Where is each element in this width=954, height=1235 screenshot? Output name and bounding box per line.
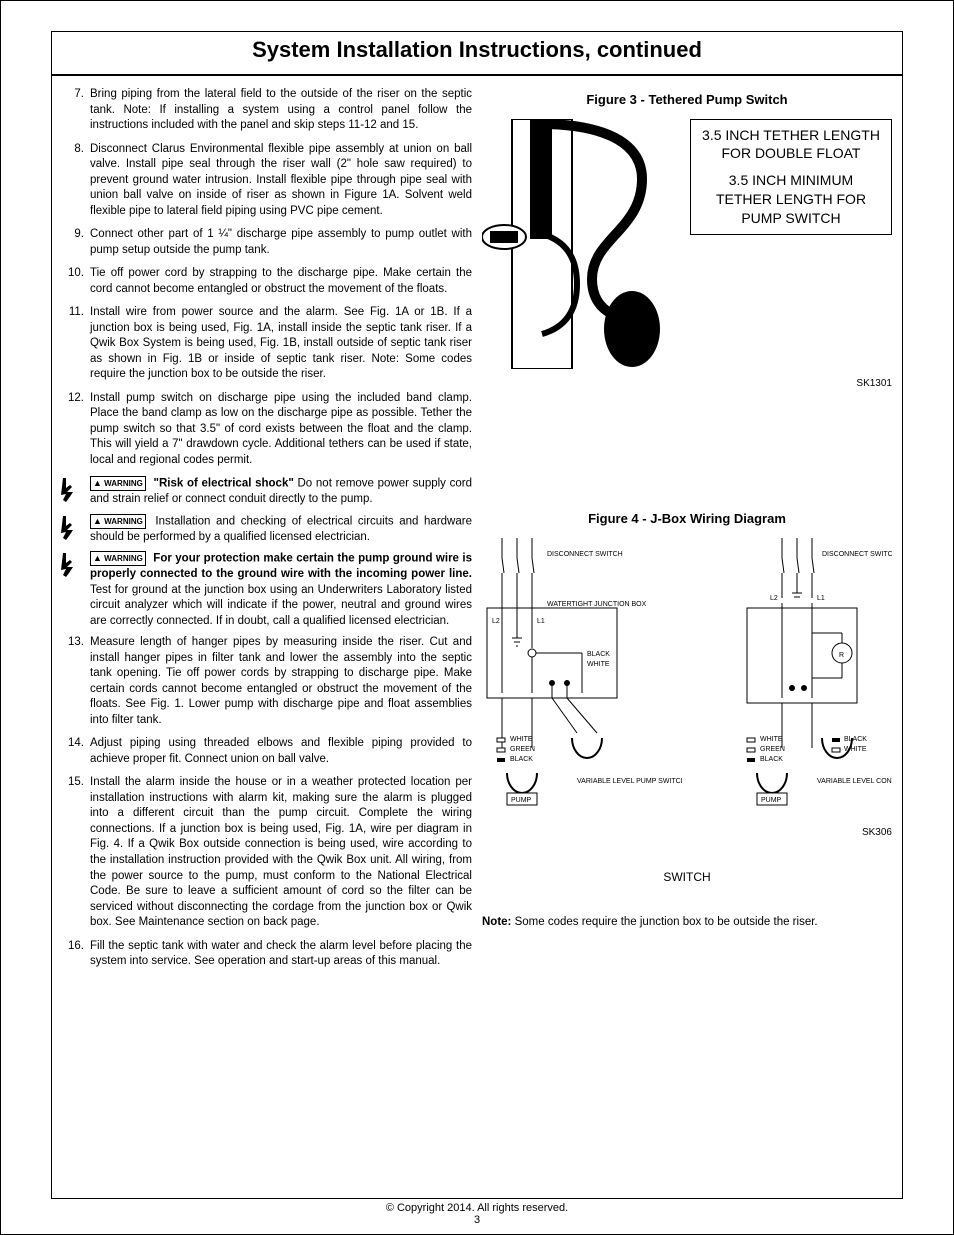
hand-shock-icon xyxy=(57,476,85,504)
warning-badge: ▲ WARNING xyxy=(90,514,146,529)
svg-text:BLACK: BLACK xyxy=(510,756,533,763)
content-frame: System Installation Instructions, contin… xyxy=(51,31,903,1199)
figure-4: DISCONNECT SWITCH WATERTIGHT JUNCTION BO… xyxy=(482,538,892,818)
step-8: 8.Disconnect Clarus Environmental flexib… xyxy=(62,142,472,220)
svg-text:WATERTIGHT JUNCTION BOX: WATERTIGHT JUNCTION BOX xyxy=(547,601,647,608)
title-rule xyxy=(52,74,902,76)
page-number: 3 xyxy=(1,1214,953,1226)
steps-list-a: 7.Bring piping from the lateral field to… xyxy=(62,87,472,468)
step-9: 9.Connect other part of 1 ¼" discharge p… xyxy=(62,227,472,258)
fig4-note: Note: Some codes require the junction bo… xyxy=(482,915,892,931)
svg-text:L1: L1 xyxy=(817,595,825,602)
switch-label: SWITCH xyxy=(482,869,892,885)
figure-4-title: Figure 4 - J-Box Wiring Diagram xyxy=(482,510,892,528)
page-title: System Installation Instructions, contin… xyxy=(52,37,902,63)
svg-text:WHITE: WHITE xyxy=(510,736,533,743)
warning-badge: ▲ WARNING xyxy=(90,476,146,491)
step-16: 16.Fill the septic tank with water and c… xyxy=(62,939,472,970)
step-15: 15.Install the alarm inside the house or… xyxy=(62,775,472,930)
svg-text:WHITE: WHITE xyxy=(760,736,783,743)
fig3-label-2: 3.5 INCH MINIMUM TETHER LENGTH FOR PUMP … xyxy=(701,171,881,228)
svg-text:PUMP: PUMP xyxy=(761,797,782,804)
left-column: 7.Bring piping from the lateral field to… xyxy=(62,87,472,1188)
footer: © Copyright 2014. All rights reserved. 3 xyxy=(1,1202,953,1226)
svg-text:BLACK: BLACK xyxy=(760,756,783,763)
svg-text:WHITE: WHITE xyxy=(587,661,610,668)
svg-text:VARIABLE LEVEL PUMP SWITCH: VARIABLE LEVEL PUMP SWITCH xyxy=(577,778,682,785)
step-13: 13.Measure length of hanger pipes by mea… xyxy=(62,635,472,728)
svg-text:GREEN: GREEN xyxy=(760,746,785,753)
step-7: 7.Bring piping from the lateral field to… xyxy=(62,87,472,134)
step-14: 14.Adjust piping using threaded elbows a… xyxy=(62,736,472,767)
warning-3: ▲ WARNING For your protection make certa… xyxy=(62,551,472,629)
hand-shock-icon xyxy=(57,551,85,579)
svg-text:BLACK: BLACK xyxy=(844,736,867,743)
figure-3: 3.5 INCH TETHER LENGTH FOR DOUBLE FLOAT … xyxy=(482,119,892,369)
step-10: 10.Tie off power cord by strapping to th… xyxy=(62,266,472,297)
right-column: Figure 3 - Tethered Pump Switch 3.5 INCH… xyxy=(482,87,892,1188)
page: System Installation Instructions, contin… xyxy=(0,0,954,1235)
jbox-wiring-right-icon: DISCONNECT SWITCH L2 L1 R WHITE xyxy=(692,538,892,818)
figure-3-title: Figure 3 - Tethered Pump Switch xyxy=(482,91,892,109)
hand-shock-icon xyxy=(57,514,85,542)
step-12: 12.Install pump switch on discharge pipe… xyxy=(62,391,472,469)
figure-4-wrap: Figure 4 - J-Box Wiring Diagram DISCONNE… xyxy=(482,510,892,931)
fig3-sk: SK1301 xyxy=(482,377,892,391)
step-11: 11.Install wire from power source and th… xyxy=(62,305,472,383)
svg-text:L2: L2 xyxy=(492,618,500,625)
columns: 7.Bring piping from the lateral field to… xyxy=(62,87,892,1188)
warning-1: ▲ WARNING "Risk of electrical shock" Do … xyxy=(62,476,472,507)
fig3-label-1: 3.5 INCH TETHER LENGTH FOR DOUBLE FLOAT xyxy=(701,126,881,164)
fig4-sk: SK306 xyxy=(482,826,892,840)
svg-text:VARIABLE LEVEL CONTROL SWITCH: VARIABLE LEVEL CONTROL SWITCH xyxy=(817,778,892,785)
svg-text:BLACK: BLACK xyxy=(587,651,610,658)
svg-text:R: R xyxy=(839,652,844,659)
svg-text:DISCONNECT SWITCH: DISCONNECT SWITCH xyxy=(547,551,623,558)
tethered-pump-switch-icon xyxy=(482,119,682,369)
svg-text:PUMP: PUMP xyxy=(511,797,532,804)
figure-3-labelbox: 3.5 INCH TETHER LENGTH FOR DOUBLE FLOAT … xyxy=(690,119,892,235)
warning-2: ▲ WARNING Installation and checking of e… xyxy=(62,514,472,545)
svg-text:L1: L1 xyxy=(537,618,545,625)
svg-text:GREEN: GREEN xyxy=(510,746,535,753)
steps-list-b: 13.Measure length of hanger pipes by mea… xyxy=(62,635,472,969)
jbox-wiring-left-icon: DISCONNECT SWITCH WATERTIGHT JUNCTION BO… xyxy=(482,538,682,818)
warning-badge: ▲ WARNING xyxy=(90,551,146,566)
copyright: © Copyright 2014. All rights reserved. xyxy=(386,1202,568,1214)
svg-text:DISCONNECT SWITCH: DISCONNECT SWITCH xyxy=(822,551,892,558)
svg-text:L2: L2 xyxy=(770,595,778,602)
